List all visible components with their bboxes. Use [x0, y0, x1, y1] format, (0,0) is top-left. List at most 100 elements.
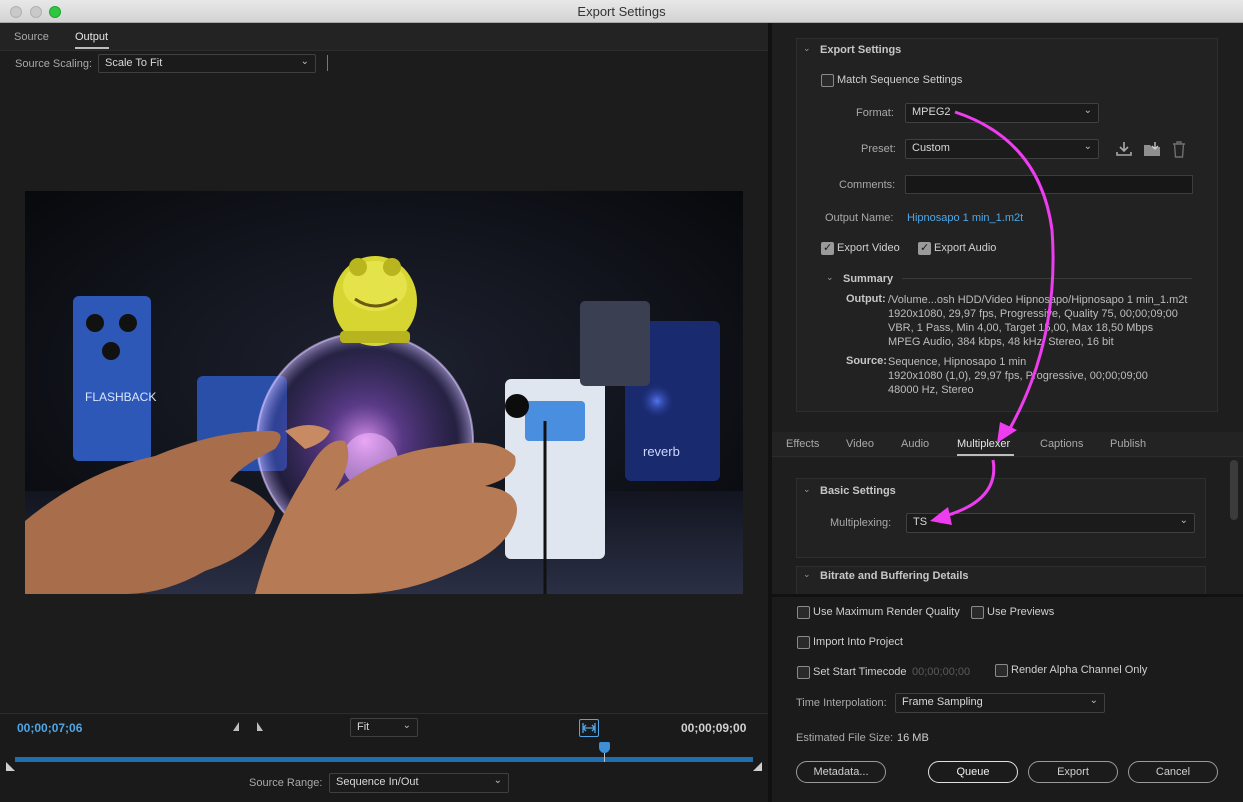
max-render-quality-checkbox[interactable] [797, 606, 810, 619]
summary-output-line: /Volume...osh HDD/Video Hipnosapo/Hipnos… [888, 294, 1188, 306]
set-start-timecode-checkbox[interactable] [797, 666, 810, 679]
chevron-down-icon: ⌄ [1089, 695, 1098, 706]
export-video-checkbox[interactable] [821, 241, 834, 255]
svg-text:FLASHBACK: FLASHBACK [85, 390, 156, 404]
cancel-button[interactable]: Cancel [1128, 761, 1218, 783]
match-sequence-checkbox[interactable] [821, 74, 834, 87]
summary-divider [902, 278, 1192, 279]
zoom-value: Fit [357, 721, 370, 733]
tab-captions[interactable]: Captions [1040, 438, 1083, 450]
playhead-icon[interactable] [599, 742, 611, 762]
basic-settings-header: Basic Settings [820, 485, 896, 497]
import-into-project-checkbox[interactable] [797, 636, 810, 649]
zoom-dropdown[interactable]: Fit ⌄ [350, 718, 418, 737]
export-settings-header: Export Settings [820, 44, 902, 56]
output-name-link[interactable]: Hipnosapo 1 min_1.m2t [907, 212, 1023, 224]
time-interpolation-value: Frame Sampling [902, 696, 983, 708]
output-name-label: Output Name: [825, 212, 894, 224]
estimated-size-label: Estimated File Size: [796, 732, 894, 744]
tab-video[interactable]: Video [846, 438, 874, 450]
mark-in-icon[interactable] [233, 722, 239, 731]
chevron-down-icon: ⌄ [493, 775, 502, 786]
time-interpolation-label: Time Interpolation: [796, 697, 887, 709]
chevron-down-icon: ⌄ [1179, 515, 1188, 526]
source-scaling-label: Source Scaling: [15, 58, 93, 70]
active-tab-underline [75, 47, 109, 49]
save-preset-icon[interactable] [1115, 141, 1133, 157]
comments-label: Comments: [839, 179, 896, 191]
export-audio-label: Export Audio [934, 242, 997, 254]
chevron-down-icon: ⌄ [1083, 141, 1092, 152]
format-value: MPEG2 [912, 106, 951, 118]
summary-output-line: 1920x1080, 29,97 fps, Progressive, Quali… [888, 308, 1178, 320]
import-into-project-label: Import Into Project [813, 636, 903, 648]
chevron-down-icon: ⌄ [402, 720, 411, 731]
export-button[interactable]: Export [1028, 761, 1118, 783]
preset-label: Preset: [861, 143, 896, 155]
preview-tabs-bar [0, 23, 768, 51]
range-end-handle[interactable] [753, 762, 762, 771]
mark-out-icon[interactable] [257, 722, 263, 731]
active-tab-underline [957, 454, 1014, 456]
settings-scrollbar[interactable] [1230, 460, 1238, 520]
render-alpha-checkbox[interactable] [995, 664, 1008, 677]
multiplexing-value: TS [913, 516, 928, 528]
tab-output[interactable]: Output [75, 31, 108, 43]
queue-button[interactable]: Queue [928, 761, 1018, 783]
render-alpha-label: Render Alpha Channel Only [1011, 664, 1148, 676]
multiplexing-dropdown[interactable]: TS ⌄ [906, 513, 1195, 533]
current-timecode[interactable]: 00;00;07;06 [17, 721, 82, 735]
source-range-value: Sequence In/Out [336, 776, 419, 788]
chevron-down-icon: ⌄ [300, 56, 309, 67]
preset-value: Custom [912, 142, 950, 154]
tab-audio[interactable]: Audio [901, 438, 929, 450]
use-previews-checkbox[interactable] [971, 606, 984, 619]
window-title: Export Settings [577, 4, 666, 19]
source-range-label: Source Range: [249, 777, 323, 789]
summary-source-line: Sequence, Hipnosapo 1 min [888, 356, 1027, 368]
summary-output-block: /Volume...osh HDD/Video Hipnosapo/Hipnos… [888, 293, 1213, 349]
summary-output-label: Output: [846, 293, 886, 305]
source-scaling-dropdown[interactable]: Scale To Fit ⌄ [98, 54, 316, 73]
summary-source-line: 48000 Hz, Stereo [888, 384, 974, 396]
timeline-bar[interactable] [15, 757, 753, 762]
estimated-size-value: 16 MB [897, 732, 929, 744]
summary-header: Summary [843, 273, 894, 285]
svg-text:reverb: reverb [643, 444, 680, 459]
disclosure-icon[interactable]: ⌄ [826, 272, 834, 283]
summary-source-line: 1920x1080 (1,0), 29,97 fps, Progressive,… [888, 370, 1148, 382]
time-interpolation-dropdown[interactable]: Frame Sampling ⌄ [895, 693, 1105, 713]
summary-source-block: Sequence, Hipnosapo 1 min 1920x1080 (1,0… [888, 355, 1213, 397]
summary-output-line: VBR, 1 Pass, Min 4,00, Target 15,00, Max… [888, 322, 1154, 334]
disclosure-icon[interactable]: ⌄ [803, 569, 811, 580]
tab-multiplexer[interactable]: Multiplexer [957, 438, 1010, 450]
tab-effects[interactable]: Effects [786, 438, 819, 450]
bitrate-header: Bitrate and Buffering Details [820, 570, 969, 582]
summary-output-line: MPEG Audio, 384 kbps, 48 kHz, Stereo, 16… [888, 336, 1114, 348]
comments-input[interactable] [905, 175, 1193, 194]
end-timecode: 00;00;09;00 [681, 721, 747, 735]
preset-dropdown[interactable]: Custom ⌄ [905, 139, 1099, 159]
metadata-button[interactable]: Metadata... [796, 761, 886, 783]
chevron-down-icon: ⌄ [1083, 105, 1092, 116]
tab-source[interactable]: Source [14, 31, 49, 43]
source-scaling-value: Scale To Fit [105, 57, 163, 69]
video-frame-image: FLASHBACK reverb [25, 191, 743, 594]
export-video-label: Export Video [837, 242, 900, 254]
multiplexing-label: Multiplexing: [830, 517, 892, 529]
format-label: Format: [856, 107, 894, 119]
video-preview-frame: FLASHBACK reverb [25, 191, 743, 594]
export-audio-checkbox[interactable] [918, 241, 931, 255]
fit-range-icon[interactable] [579, 719, 599, 737]
format-dropdown[interactable]: MPEG2 ⌄ [905, 103, 1099, 123]
import-preset-icon[interactable] [1142, 141, 1162, 157]
max-render-quality-label: Use Maximum Render Quality [813, 606, 960, 618]
disclosure-icon[interactable]: ⌄ [803, 484, 811, 495]
range-start-handle[interactable] [6, 762, 15, 771]
disclosure-icon[interactable]: ⌄ [803, 43, 811, 54]
window-titlebar: Export Settings [0, 0, 1243, 23]
start-timecode-value[interactable]: 00;00;00;00 [912, 666, 970, 678]
trash-icon[interactable] [1171, 140, 1187, 158]
source-range-dropdown[interactable]: Sequence In/Out ⌄ [329, 773, 509, 793]
tab-publish[interactable]: Publish [1110, 438, 1146, 450]
